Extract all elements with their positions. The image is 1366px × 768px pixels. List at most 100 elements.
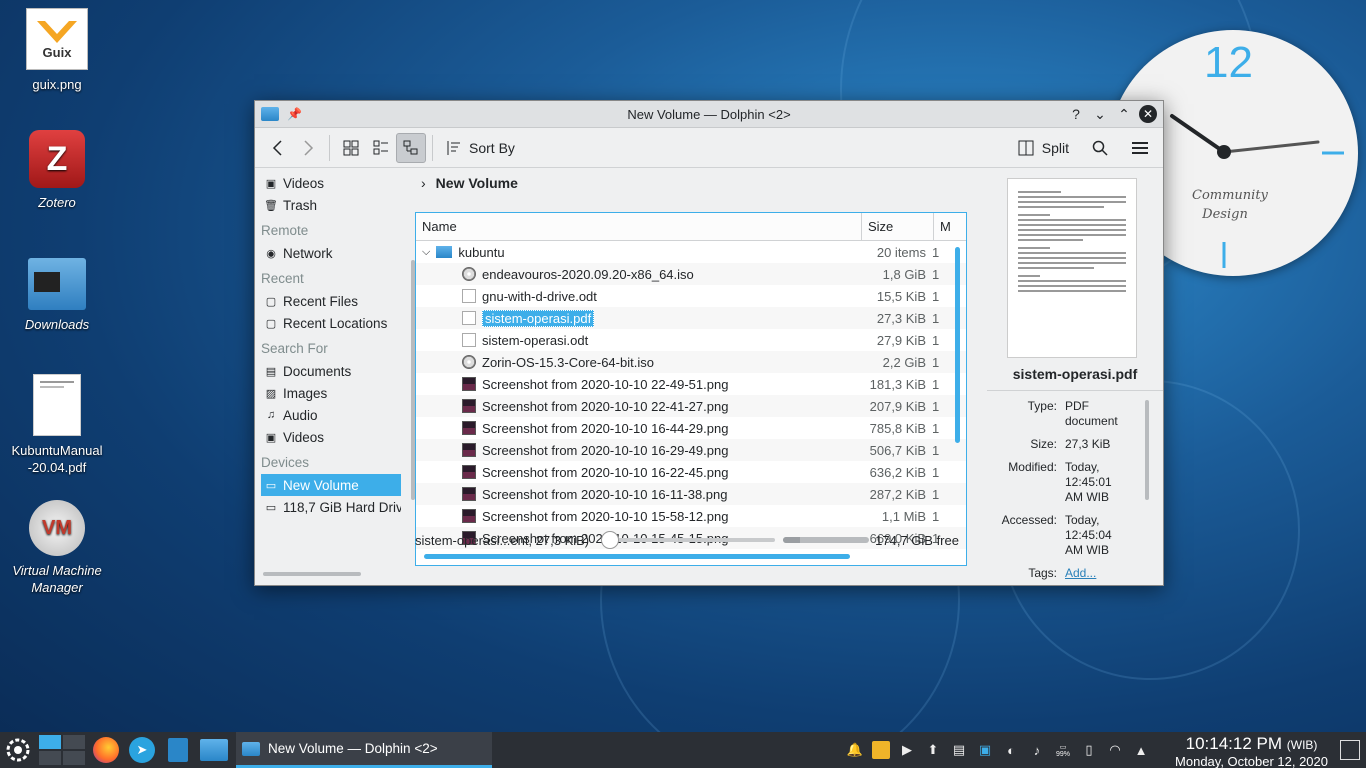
- places-item-label: Documents: [283, 363, 352, 379]
- file-manager-icon[interactable]: [196, 732, 232, 768]
- notifications-bell-icon[interactable]: 🔔: [846, 741, 864, 759]
- places-item-videos[interactable]: ▣ Videos: [261, 172, 401, 194]
- table-row[interactable]: Zorin-OS-15.3-Core-64-bit.iso 2,2 GiB 1: [416, 351, 966, 373]
- file-size: 1,8 GiB: [882, 266, 926, 282]
- back-button[interactable]: [263, 133, 293, 163]
- removable-devices-icon[interactable]: ▯: [1080, 741, 1098, 759]
- night-color-icon[interactable]: ◐: [1002, 741, 1020, 759]
- clipboard-icon[interactable]: [872, 741, 890, 759]
- status-text: sistem-operasi...ent, 27,3 KiB): [415, 532, 590, 548]
- places-item-videos-search[interactable]: ▣ Videos: [261, 426, 401, 448]
- column-header-size[interactable]: Size: [862, 213, 934, 240]
- info-meta-row: Accessed: Today, 12:45:04 AM WIB: [987, 513, 1163, 558]
- dolphin-window[interactable]: 📌 New Volume — Dolphin <2> ? ⌄ ⌃ ✕ Sort …: [254, 100, 1164, 586]
- info-meta-row: Size: 27,3 KiB: [987, 437, 1163, 452]
- klipper-icon[interactable]: ▤: [950, 741, 968, 759]
- places-item-trash[interactable]: 🗑 Trash: [261, 194, 401, 216]
- media-player-icon[interactable]: ▶: [898, 741, 916, 759]
- icons-view-button[interactable]: [336, 133, 366, 163]
- task-item-dolphin[interactable]: New Volume — Dolphin <2>: [236, 732, 492, 768]
- minimize-button[interactable]: ⌄: [1091, 105, 1109, 123]
- breadcrumb[interactable]: › New Volume: [415, 168, 987, 198]
- chevron-right-icon[interactable]: ›: [421, 175, 426, 191]
- places-item-network[interactable]: ◉ Network: [261, 242, 401, 264]
- table-row[interactable]: Screenshot from 2020-10-10 16-22-45.png 6…: [416, 461, 966, 483]
- breadcrumb-current[interactable]: New Volume: [436, 175, 518, 191]
- document-file-icon: [462, 311, 476, 325]
- places-item-images[interactable]: ▨ Images: [261, 382, 401, 404]
- desktop-icon-virt-manager[interactable]: VM Virtual Machine Manager: [2, 500, 112, 596]
- split-button[interactable]: Split: [1012, 140, 1075, 156]
- digital-clock[interactable]: 10:14:12 PM (WIB) Monday, October 12, 20…: [1175, 734, 1328, 768]
- zoom-slider-handle[interactable]: [601, 531, 620, 549]
- sort-by-button[interactable]: Sort By: [439, 140, 521, 156]
- folder-app-icon[interactable]: [261, 107, 279, 121]
- table-row[interactable]: Screenshot from 2020-10-10 16-44-29.png 7…: [416, 417, 966, 439]
- table-row[interactable]: gnu-with-d-drive.odt 15,5 KiB 1: [416, 285, 966, 307]
- volume-icon[interactable]: ♪: [1028, 741, 1046, 759]
- firefox-icon[interactable]: [88, 732, 124, 768]
- table-row-folder[interactable]: ⌵ kubuntu 20 items 1: [416, 241, 966, 263]
- places-item-new-volume[interactable]: ▭ New Volume: [261, 474, 401, 496]
- add-tags-link[interactable]: Add...: [1065, 566, 1096, 580]
- clock-timezone: (WIB): [1286, 738, 1318, 752]
- table-row[interactable]: Screenshot from 2020-10-10 22-41-27.png 2…: [416, 395, 966, 417]
- show-desktop-button[interactable]: [1340, 740, 1360, 760]
- file-preview: [1007, 178, 1137, 358]
- battery-icon[interactable]: ▭ 99%: [1054, 741, 1072, 759]
- sort-by-label: Sort By: [469, 139, 515, 156]
- places-item-hard-drive[interactable]: ▭ 118,7 GiB Hard Drive: [261, 496, 401, 518]
- details-view-button[interactable]: [396, 132, 426, 163]
- telegram-icon[interactable]: ➤: [124, 732, 160, 768]
- tray-expand-icon[interactable]: ▲: [1132, 741, 1150, 759]
- table-row[interactable]: endeavouros-2020.09.20-x86_64.iso 1,8 GiB…: [416, 263, 966, 285]
- meta-value: Today, 12:45:04 AM WIB: [1065, 513, 1112, 557]
- table-row[interactable]: Screenshot from 2020-10-10 16-29-49.png 5…: [416, 439, 966, 461]
- column-header-modified[interactable]: M: [934, 213, 954, 240]
- table-row[interactable]: sistem-operasi.odt 27,9 KiB 1: [416, 329, 966, 351]
- table-row[interactable]: Screenshot from 2020-10-10 15-58-12.png 1…: [416, 505, 966, 527]
- desktop-icon-label: Zotero: [38, 195, 76, 210]
- window-titlebar[interactable]: 📌 New Volume — Dolphin <2> ? ⌄ ⌃ ✕: [255, 101, 1163, 128]
- forward-button[interactable]: [293, 133, 323, 163]
- menu-button[interactable]: [1125, 133, 1155, 163]
- file-list[interactable]: Name Size M ⌵ kubuntu 20 items 1 endeavo…: [415, 212, 967, 566]
- table-row[interactable]: Screenshot from 2020-10-10 22-49-51.png 1…: [416, 373, 966, 395]
- desktop-icon-downloads[interactable]: Downloads: [2, 258, 112, 333]
- close-button[interactable]: ✕: [1139, 105, 1157, 123]
- text-editor-icon[interactable]: [160, 732, 196, 768]
- zoom-slider[interactable]: [601, 531, 776, 549]
- places-item-documents[interactable]: ▤ Documents: [261, 360, 401, 382]
- info-panel-scrollbar[interactable]: [1145, 400, 1149, 500]
- file-list-horizontal-scrollbar[interactable]: [424, 554, 850, 559]
- virtual-desktop-pager[interactable]: [36, 732, 88, 768]
- places-item-audio[interactable]: ♫ Audio: [261, 404, 401, 426]
- table-row[interactable]: sistem-operasi.pdf 27,3 KiB 1: [416, 307, 966, 329]
- network-wifi-icon[interactable]: ◠: [1106, 741, 1124, 759]
- help-button[interactable]: ?: [1067, 105, 1085, 123]
- guix-logo-text: Guix: [42, 44, 72, 60]
- table-row[interactable]: Screenshot from 2020-10-10 16-11-38.png 2…: [416, 483, 966, 505]
- pin-icon[interactable]: 📌: [287, 107, 302, 121]
- application-launcher-button[interactable]: [0, 732, 36, 768]
- file-list-vertical-scrollbar[interactable]: [955, 247, 960, 443]
- maximize-button[interactable]: ⌃: [1115, 105, 1133, 123]
- kde-connect-icon[interactable]: ▣: [976, 741, 994, 759]
- desktop-icon-guix[interactable]: Guix guix.png: [2, 8, 112, 93]
- desktop-icon-kubuntu-manual[interactable]: KubuntuManual -20.04.pdf: [2, 374, 112, 476]
- battery-percent: 99%: [1055, 750, 1070, 758]
- file-size: 27,3 KiB: [876, 310, 926, 326]
- places-panel: ▣ Videos 🗑 Trash Remote ◉ Network Recent ▢ R…: [255, 168, 415, 586]
- file-modified: 1: [932, 332, 940, 348]
- desktop-icon-zotero[interactable]: Z Zotero: [2, 130, 112, 211]
- column-header-name[interactable]: Name: [416, 213, 862, 240]
- places-item-recent-files[interactable]: ▢ Recent Files: [261, 290, 401, 312]
- compact-view-button[interactable]: [366, 133, 396, 163]
- places-item-label: Videos: [283, 175, 325, 191]
- search-button[interactable]: [1085, 133, 1115, 163]
- updates-icon[interactable]: ⬆: [924, 741, 942, 759]
- places-horizontal-scrollbar[interactable]: [263, 572, 361, 576]
- places-item-recent-locations[interactable]: ▢ Recent Locations: [261, 312, 401, 334]
- toolbar: Sort By Split: [255, 128, 1163, 168]
- chevron-down-icon[interactable]: ⌵: [422, 246, 430, 259]
